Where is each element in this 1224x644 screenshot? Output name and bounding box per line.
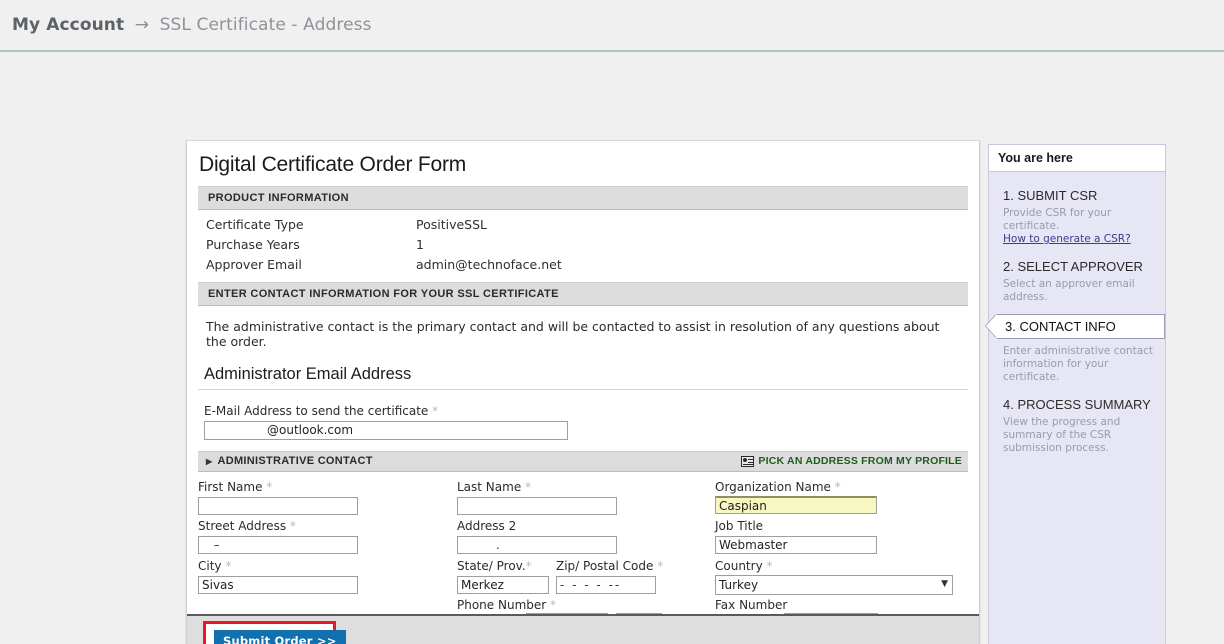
organization-name-input[interactable] (715, 496, 877, 514)
required-marker: * (525, 479, 532, 494)
purchase-years-label: Purchase Years (206, 237, 300, 252)
required-marker: * (766, 558, 773, 573)
job-title-input[interactable] (715, 535, 877, 554)
street-address-label: Street Address * (198, 518, 296, 533)
address-2-field-group: Address 2 (457, 519, 617, 554)
step-description: Enter administrative contact information… (1003, 345, 1154, 383)
step-description: Select an approver email address. (1003, 278, 1135, 303)
required-marker: * (550, 597, 557, 612)
required-marker: * (266, 479, 273, 494)
you-are-here-panel: You are here 1. SUBMIT CSR Provide CSR f… (986, 144, 1166, 644)
sidebar-step-select-approver[interactable]: 2. SELECT APPROVER Select an approver em… (989, 256, 1165, 312)
how-to-generate-csr-link[interactable]: How to generate a CSR? (1003, 233, 1131, 246)
state-prov-input[interactable] (457, 575, 549, 594)
approver-email-value: admin@technoface.net (416, 257, 562, 272)
top-breadcrumb-bar: My Account → SSL Certificate - Address (0, 0, 1224, 52)
street-address-field-group: Street Address * (198, 519, 358, 554)
fax-number-label: Fax Number (715, 597, 788, 612)
city-input[interactable] (198, 575, 358, 594)
required-marker: * (834, 479, 841, 494)
street-address-input[interactable] (198, 535, 358, 554)
table-row: Certificate Type PositiveSSL (198, 215, 968, 235)
first-name-label: First Name * (198, 479, 273, 494)
first-name-input[interactable] (198, 496, 358, 515)
triangle-right-icon: ▶ (206, 456, 213, 466)
pick-address-label: PICK AN ADDRESS FROM MY PROFILE (758, 455, 962, 467)
approver-email-label: Approver Email (206, 257, 302, 272)
required-marker: * (225, 558, 232, 573)
product-information-section-header: PRODUCT INFORMATION (198, 186, 968, 210)
country-field-group: Country * Turkey ▼ (715, 559, 953, 595)
zip-postal-field-group: Zip/ Postal Code * (556, 558, 664, 594)
step-description: View the progress and summary of the CSR… (1003, 416, 1121, 454)
administrator-email-field-group: E-Mail Address to send the certificate * (198, 404, 968, 440)
certificate-type-label: Certificate Type (206, 217, 304, 232)
city-label: City * (198, 558, 232, 573)
step-title: 2. SELECT APPROVER (1003, 259, 1143, 274)
required-marker: * (289, 518, 296, 533)
zip-postal-label: Zip/ Postal Code * (556, 558, 664, 573)
job-title-label: Job Title (715, 518, 764, 533)
you-are-here-header: You are here (989, 145, 1165, 172)
progress-steps-list: 1. SUBMIT CSR Provide CSR for your certi… (986, 172, 1165, 463)
organization-name-label: Organization Name * (715, 479, 841, 494)
breadcrumb: My Account → SSL Certificate - Address (12, 15, 372, 35)
breadcrumb-arrow-icon: → (134, 15, 150, 35)
sidebar-step-submit-csr[interactable]: 1. SUBMIT CSR Provide CSR for your certi… (989, 185, 1165, 254)
contact-intro-text: The administrative contact is the primar… (206, 319, 940, 349)
certificate-type-value: PositiveSSL (416, 217, 488, 232)
table-row: Approver Email admin@technoface.net (198, 255, 968, 275)
breadcrumb-root[interactable]: My Account (12, 15, 124, 35)
administrative-contact-toggle[interactable]: ▶ ADMINISTRATIVE CONTACT (206, 455, 373, 467)
submit-order-button[interactable]: Submit Order >> (214, 630, 346, 644)
phone-number-label: Phone Number * (457, 597, 557, 612)
address-2-label: Address 2 (457, 518, 517, 533)
contact-information-section-header: ENTER CONTACT INFORMATION FOR YOUR SSL C… (198, 282, 968, 306)
step-title: 1. SUBMIT CSR (1003, 188, 1098, 203)
page-body: Digital Certificate Order Form PRODUCT I… (0, 52, 1224, 644)
administrator-email-heading: Administrator Email Address (198, 365, 968, 390)
sidebar-step-process-summary[interactable]: 4. PROCESS SUMMARY View the progress and… (989, 394, 1165, 463)
contact-card-icon (741, 455, 755, 467)
administrative-contact-bar: ▶ ADMINISTRATIVE CONTACT PICK AN ADDRESS… (198, 450, 968, 472)
order-form-card: Digital Certificate Order Form PRODUCT I… (186, 140, 980, 644)
required-marker: * (657, 558, 664, 573)
form-footer-bar: Submit Order >> (187, 614, 979, 644)
state-prov-label: State/ Prov.* (457, 558, 532, 573)
step-description: Provide CSR for your certificate. How to… (1003, 207, 1131, 246)
step-title: 4. PROCESS SUMMARY (1003, 397, 1151, 412)
state-prov-field-group: State/ Prov.* (457, 559, 549, 594)
address-2-input[interactable] (457, 535, 617, 554)
email-input[interactable] (204, 420, 568, 440)
organization-name-field-group: Organization Name * (715, 479, 877, 514)
country-select[interactable]: Turkey (715, 574, 953, 595)
first-name-field-group: First Name * (198, 480, 358, 515)
required-marker: * (525, 558, 532, 573)
active-step-pointer-icon (986, 314, 997, 338)
zip-postal-input[interactable] (556, 575, 656, 594)
job-title-field-group: Job Title (715, 519, 877, 554)
page-title: Digital Certificate Order Form (199, 153, 467, 176)
table-row: Purchase Years 1 (198, 235, 968, 255)
country-label: Country * (715, 558, 773, 573)
last-name-input[interactable] (457, 496, 617, 515)
last-name-label: Last Name * (457, 479, 532, 494)
required-marker: * (432, 404, 439, 418)
purchase-years-value: 1 (416, 237, 424, 252)
contact-fields-grid: First Name * Last Name * Organization Na… (198, 472, 968, 634)
step-title: 3. CONTACT INFO (997, 314, 1165, 339)
breadcrumb-current: SSL Certificate - Address (159, 15, 372, 35)
administrative-contact-label: ADMINISTRATIVE CONTACT (217, 455, 373, 467)
pick-address-from-profile-link[interactable]: PICK AN ADDRESS FROM MY PROFILE (741, 455, 962, 467)
last-name-field-group: Last Name * (457, 480, 617, 515)
product-information-table: Certificate Type PositiveSSL Purchase Ye… (198, 210, 968, 275)
sidebar-step-contact-info[interactable]: 3. CONTACT INFO Enter administrative con… (986, 314, 1165, 392)
city-field-group: City * (198, 559, 358, 594)
email-field-label: E-Mail Address to send the certificate * (204, 404, 439, 418)
